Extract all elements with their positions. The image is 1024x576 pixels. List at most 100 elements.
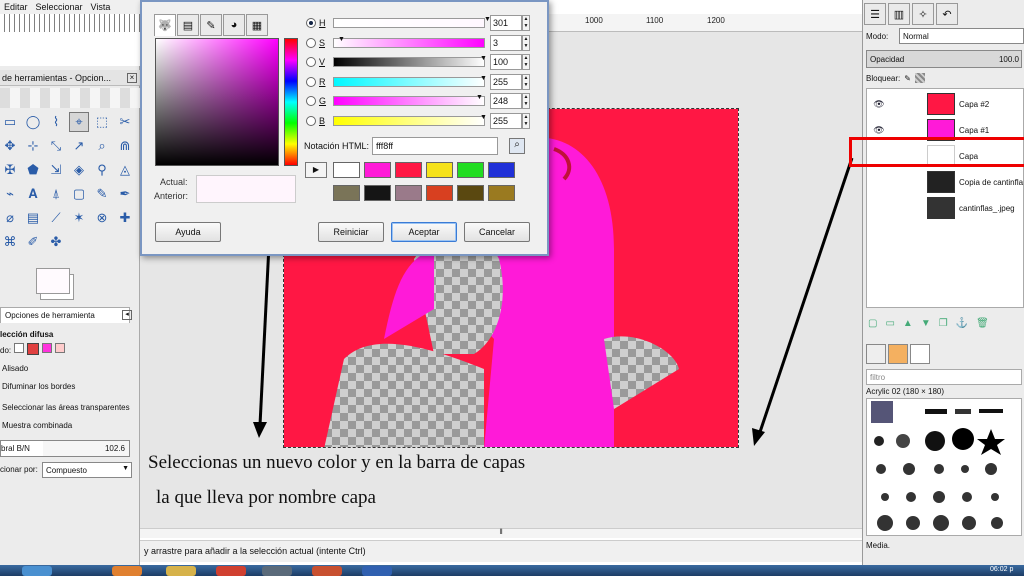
tool-button[interactable]: ↗ bbox=[69, 136, 89, 156]
watercolor-selector-icon[interactable]: ✎ bbox=[200, 14, 222, 36]
tool-button[interactable]: ⟋ bbox=[46, 208, 66, 228]
tool-button[interactable]: ⌇ bbox=[46, 112, 66, 132]
cancel-button[interactable]: Cancelar bbox=[464, 222, 530, 242]
channel-slider[interactable]: ▼ bbox=[333, 75, 487, 87]
history-swatch[interactable] bbox=[333, 185, 360, 201]
tool-button[interactable]: ◈ bbox=[69, 160, 89, 180]
tool-button[interactable]: ⚲ bbox=[92, 160, 112, 180]
history-swatch[interactable] bbox=[488, 185, 515, 201]
menu-editar[interactable]: Editar bbox=[4, 2, 28, 12]
slider-handle-icon[interactable]: ▼ bbox=[484, 16, 491, 23]
channel-slider[interactable]: ▼ bbox=[333, 114, 487, 126]
tool-button[interactable]: ✚ bbox=[115, 208, 135, 228]
mode-add-button[interactable] bbox=[27, 343, 39, 355]
taskbar-app-chrome[interactable] bbox=[112, 566, 142, 576]
tool-button[interactable] bbox=[92, 232, 112, 252]
lock-pixels-icon[interactable]: ✎ bbox=[904, 74, 911, 83]
paths-tab-icon[interactable]: ✧ bbox=[912, 3, 934, 25]
spin-arrows-icon[interactable]: ▲ ▼ bbox=[522, 54, 530, 71]
tool-button[interactable]: ▤ bbox=[23, 208, 43, 228]
brush-grid[interactable] bbox=[866, 398, 1022, 536]
hue-strip[interactable] bbox=[284, 38, 298, 166]
spin-arrows-icon[interactable]: ▲ ▼ bbox=[522, 15, 530, 31]
option-muestra-combinada[interactable]: Muestra combinada bbox=[2, 421, 72, 430]
taskbar-app-word[interactable] bbox=[362, 566, 392, 576]
mode-replace-button[interactable] bbox=[14, 343, 24, 353]
slider-handle-icon[interactable]: ▼ bbox=[480, 75, 487, 82]
tool-button[interactable]: ✶ bbox=[69, 208, 89, 228]
delete-layer-icon[interactable]: 🗑 bbox=[976, 318, 989, 329]
spin-arrows-icon[interactable]: ▲ ▼ bbox=[522, 113, 530, 129]
layer-mode-select[interactable]: Normal bbox=[899, 28, 1024, 44]
slider-handle-icon[interactable]: ▼ bbox=[476, 94, 483, 101]
channel-slider[interactable]: ▼ bbox=[333, 55, 487, 68]
slider-handle-icon[interactable]: ▼ bbox=[480, 55, 487, 62]
eye-icon[interactable]: 👁 bbox=[867, 99, 891, 110]
tool-button[interactable]: ◬ bbox=[115, 160, 135, 180]
tool-button[interactable]: ⬚ bbox=[92, 112, 112, 132]
eye-icon[interactable]: 👁 bbox=[867, 125, 891, 136]
lower-layer-icon[interactable]: ▼ bbox=[921, 318, 931, 329]
palette-selector-icon[interactable]: ▦ bbox=[246, 14, 268, 36]
tool-button[interactable]: ⍋ bbox=[46, 184, 66, 204]
tool-button[interactable]: ⌖ bbox=[69, 112, 89, 132]
channel-slider[interactable]: ▼ bbox=[333, 94, 485, 107]
layer-row[interactable]: cantinflas_.jpeg bbox=[867, 195, 1024, 221]
raise-layer-icon[interactable]: ▲ bbox=[903, 318, 913, 329]
channel-value[interactable]: 255 bbox=[490, 113, 522, 129]
tool-button[interactable]: 𝐀 bbox=[23, 184, 43, 204]
tool-button[interactable]: ⌁ bbox=[0, 184, 20, 204]
taskbar-app-powerpoint[interactable] bbox=[312, 566, 342, 576]
channel-radio[interactable] bbox=[306, 37, 316, 48]
history-swatch[interactable] bbox=[457, 162, 484, 178]
start-button[interactable] bbox=[22, 566, 52, 576]
taskbar-app-browser[interactable] bbox=[216, 566, 246, 576]
opacity-slider[interactable]: Opacidad 100.0 bbox=[866, 50, 1022, 68]
tool-button[interactable]: ✐ bbox=[23, 232, 43, 252]
foreground-color-swatch[interactable] bbox=[36, 268, 70, 294]
ok-button[interactable]: Aceptar bbox=[391, 222, 457, 242]
html-notation-input[interactable]: fff8ff bbox=[372, 137, 499, 155]
history-swatch[interactable] bbox=[426, 185, 453, 201]
brush-filter-input[interactable]: filtro bbox=[866, 369, 1022, 385]
tool-button[interactable]: ✒ bbox=[115, 184, 135, 204]
history-swatch[interactable] bbox=[364, 162, 391, 178]
tab-tool-options[interactable]: Opciones de herramienta bbox=[0, 307, 130, 323]
tool-button[interactable]: ⊗ bbox=[92, 208, 112, 228]
tab-close-icon[interactable]: ◂ bbox=[122, 310, 132, 320]
spin-arrows-icon[interactable]: ▲ ▼ bbox=[522, 73, 530, 90]
option-difuminar[interactable]: Difuminar los bordes bbox=[2, 382, 75, 391]
tool-button[interactable]: ✤ bbox=[46, 232, 66, 252]
tool-button[interactable]: ▭ bbox=[0, 112, 20, 132]
channel-value[interactable]: 100 bbox=[490, 54, 522, 71]
tool-button[interactable]: ⬟ bbox=[23, 160, 43, 180]
tool-button[interactable]: ⋒ bbox=[115, 136, 135, 156]
tool-button[interactable]: ⊹ bbox=[23, 136, 43, 156]
mode-intersect-button[interactable] bbox=[55, 343, 65, 353]
tool-button[interactable]: ✥ bbox=[0, 136, 20, 156]
select-by-combo[interactable]: Compuesto ▼ bbox=[42, 462, 132, 478]
anchor-icon[interactable]: ⚓ bbox=[956, 318, 968, 329]
history-swatch[interactable] bbox=[333, 162, 360, 178]
channel-value[interactable]: 255 bbox=[490, 73, 522, 90]
channel-value[interactable]: 301 bbox=[490, 15, 522, 31]
eyedropper-icon[interactable]: ⌕ bbox=[509, 138, 526, 154]
new-group-icon[interactable]: ▭ bbox=[885, 318, 894, 329]
saturation-value-square[interactable] bbox=[155, 38, 279, 166]
pattern-tab-icon[interactable] bbox=[910, 344, 930, 364]
tool-button[interactable]: ⇲ bbox=[46, 160, 66, 180]
option-transparentes[interactable]: Seleccionar las áreas transparentes bbox=[2, 403, 130, 412]
cmyk-selector-icon[interactable]: ▤ bbox=[177, 14, 199, 36]
slider-handle-icon[interactable]: ▼ bbox=[338, 36, 345, 43]
menu-vista[interactable]: Vista bbox=[91, 2, 111, 12]
history-swatch[interactable] bbox=[395, 185, 422, 201]
taskbar-app-gimp[interactable] bbox=[262, 566, 292, 576]
spin-arrows-icon[interactable]: ▲ ▼ bbox=[522, 34, 530, 51]
channel-slider[interactable]: ▼ bbox=[333, 36, 485, 48]
channel-radio[interactable] bbox=[306, 96, 316, 107]
duplicate-layer-icon[interactable]: ❐ bbox=[939, 318, 948, 329]
layer-row[interactable]: Copia de cantinfla bbox=[867, 169, 1024, 195]
close-icon[interactable]: × bbox=[127, 72, 137, 83]
reset-button[interactable]: Reiniciar bbox=[318, 222, 384, 242]
tool-button[interactable]: ▢ bbox=[69, 184, 89, 204]
